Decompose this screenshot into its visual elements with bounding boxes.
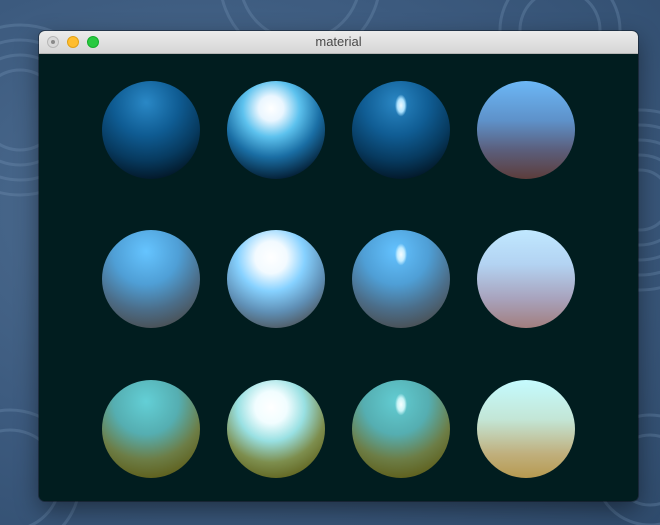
sphere-teal-sharp-specular — [352, 380, 450, 478]
window-title: material — [315, 34, 362, 49]
sphere-teal-emissive — [477, 380, 575, 478]
sphere-teal-diffuse — [102, 380, 200, 478]
title-bar[interactable]: material — [39, 31, 638, 54]
sphere-blue-sharp-specular — [352, 230, 450, 328]
sphere-blue-bright-specular — [227, 230, 325, 328]
sphere-teal-bright-specular — [227, 380, 325, 478]
sphere-dark-bright-specular — [227, 81, 325, 179]
sphere-dark-diffuse — [102, 81, 200, 179]
sphere-dark-sharp-specular — [352, 81, 450, 179]
material-window: material — [39, 31, 638, 501]
sphere-blue-diffuse — [102, 230, 200, 328]
render-canvas[interactable] — [39, 54, 638, 501]
sphere-blue-emissive — [477, 230, 575, 328]
sphere-dark-emissive — [477, 81, 575, 179]
